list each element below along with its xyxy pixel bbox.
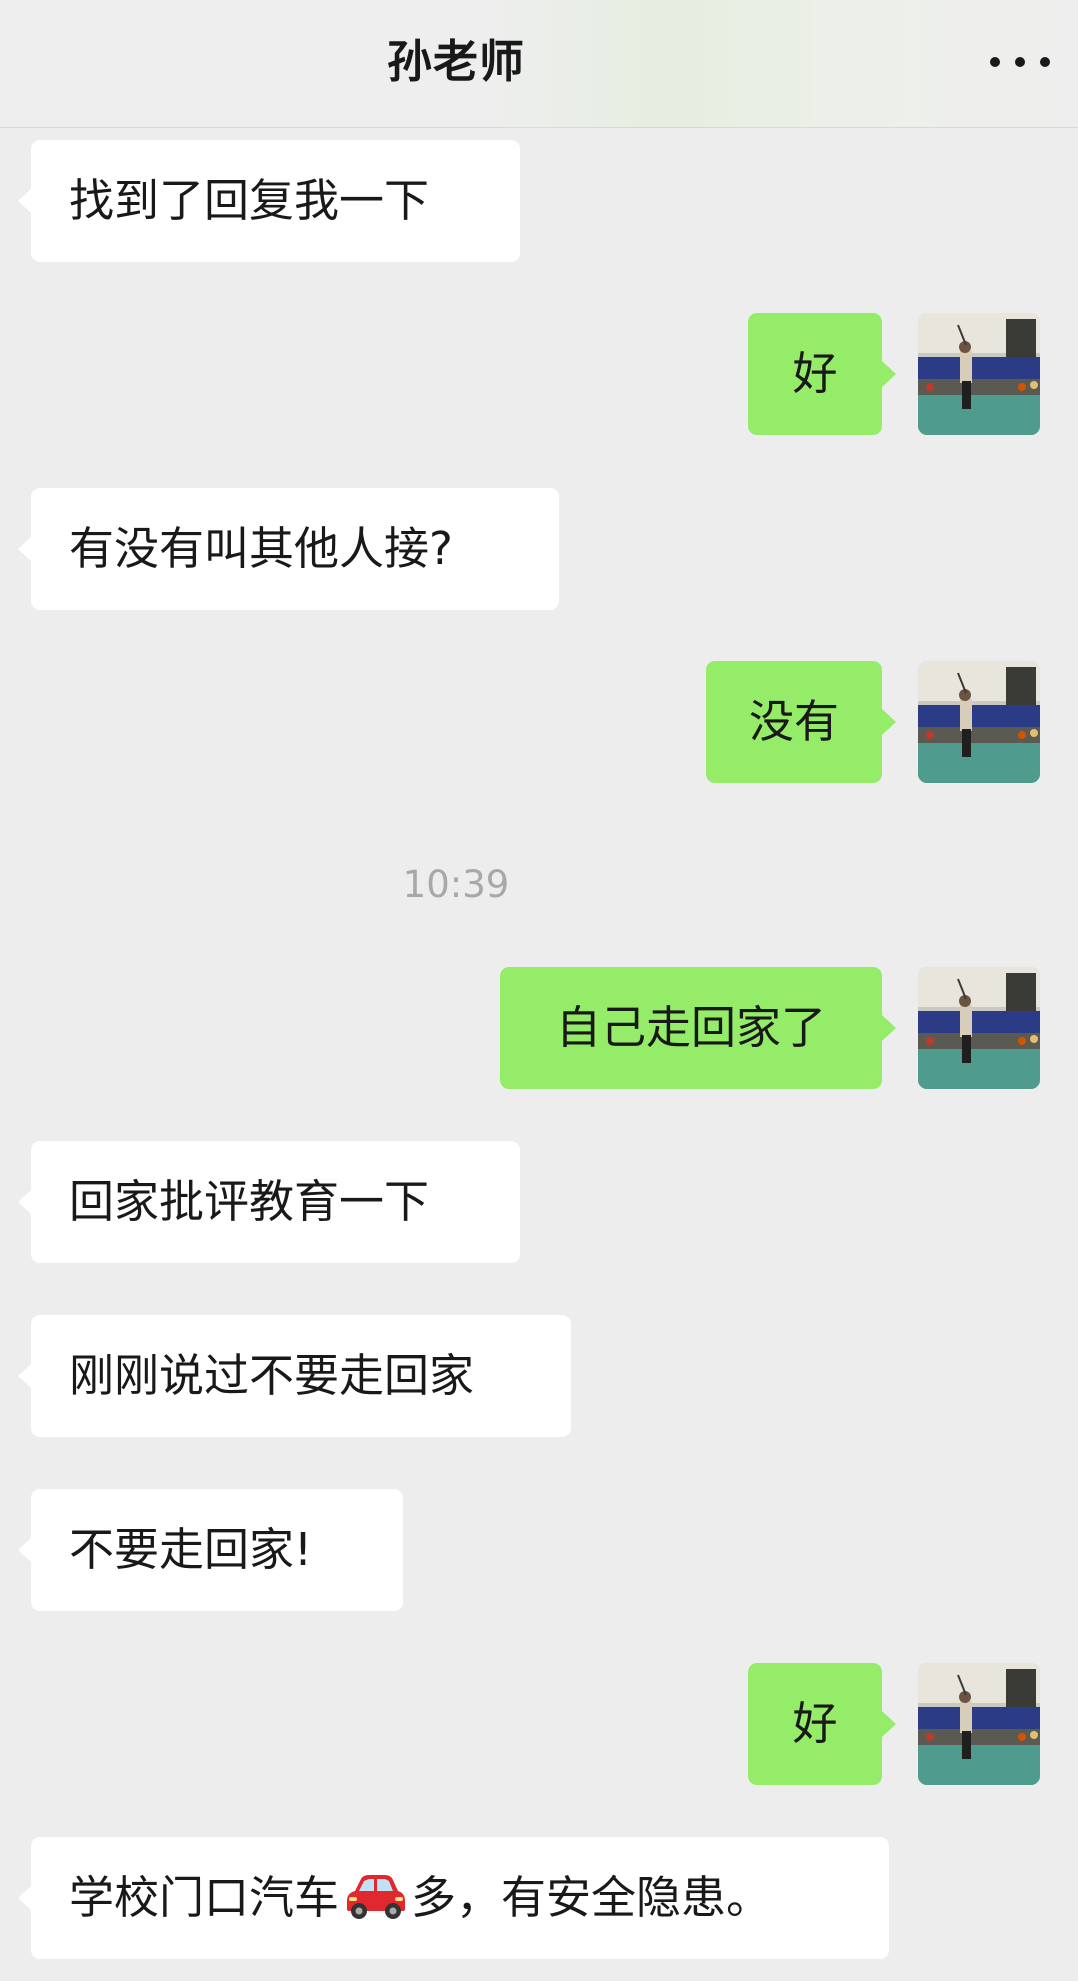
- message-bubble-sent[interactable]: 自己走回家了: [500, 967, 896, 1089]
- user-avatar[interactable]: [918, 661, 1040, 783]
- message-text: 多，有安全隐患。: [411, 1871, 772, 1924]
- dot: [1040, 57, 1050, 67]
- avatar-photo: [918, 967, 1040, 1089]
- message-bubble-received[interactable]: 找到了回复我一下: [18, 140, 520, 262]
- message-bubble-received[interactable]: 有没有叫其他人接?: [18, 488, 559, 610]
- more-dots-icon[interactable]: [990, 40, 1050, 84]
- chat-timestamp: 10:39: [402, 863, 510, 906]
- user-avatar[interactable]: [918, 967, 1040, 1089]
- chat-header: 孙老师: [0, 0, 1078, 128]
- message-bubble-sent[interactable]: 好: [748, 313, 896, 435]
- avatar-photo: [918, 313, 1040, 435]
- car-icon: [347, 1875, 406, 1919]
- message-bubble-sent[interactable]: 好: [748, 1663, 896, 1785]
- chat-screen: 孙老师 找到了回复我一下 好 有没有叫其他人接? 没有 10:39 自己走回家了…: [0, 0, 1078, 1981]
- dot: [990, 57, 1000, 67]
- message-bubble-received[interactable]: 刚刚说过不要走回家: [18, 1315, 571, 1437]
- message-bubble-received[interactable]: 学校门口汽车 多，有安全隐患。: [18, 1837, 889, 1959]
- message-bubble-received[interactable]: 回家批评教育一下: [18, 1141, 520, 1263]
- user-avatar[interactable]: [918, 1663, 1040, 1785]
- message-text: 学校门口汽车: [69, 1871, 340, 1924]
- chat-title: 孙老师: [386, 35, 525, 88]
- user-avatar[interactable]: [918, 313, 1040, 435]
- avatar-photo: [918, 661, 1040, 783]
- dot: [1015, 57, 1025, 67]
- avatar-photo: [918, 1663, 1040, 1785]
- message-bubble-sent[interactable]: 没有: [706, 661, 896, 783]
- message-bubble-received[interactable]: 不要走回家!: [18, 1489, 403, 1611]
